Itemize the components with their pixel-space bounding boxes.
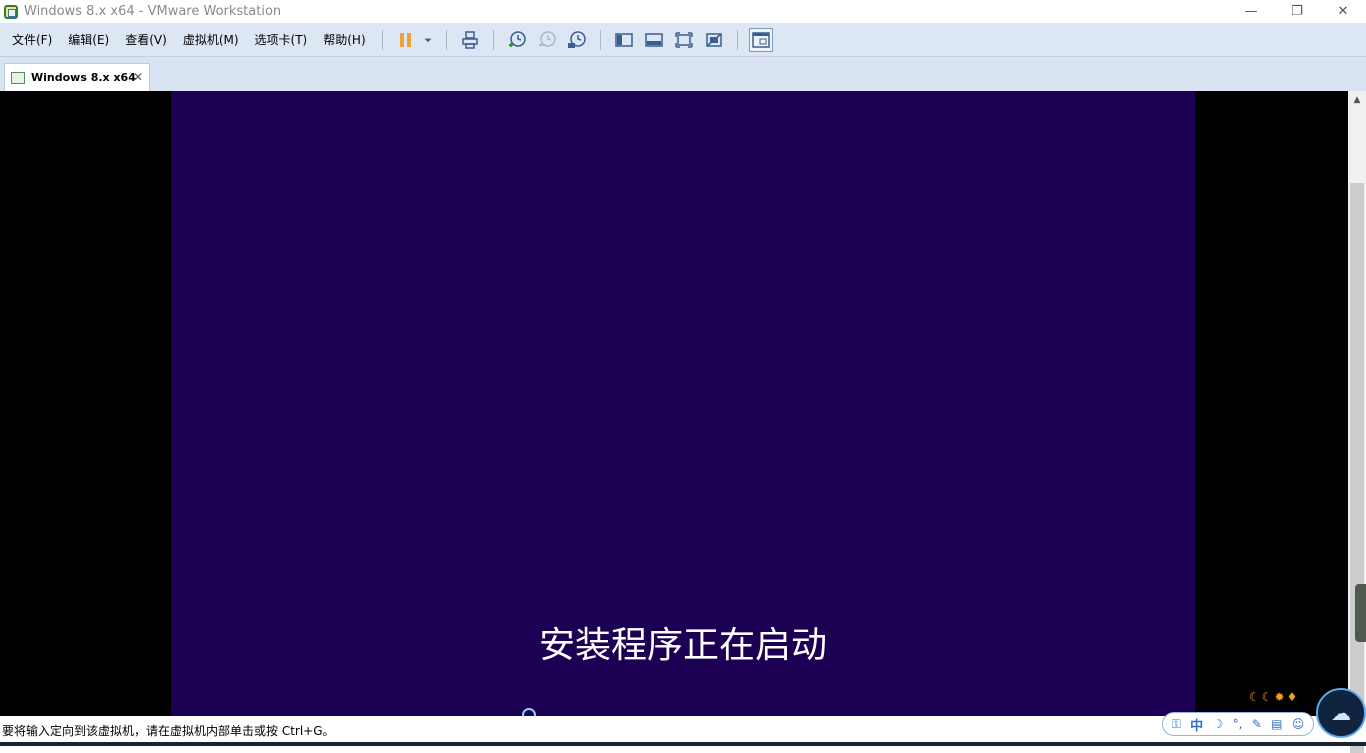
menu-help[interactable]: 帮助(H) [315,23,373,57]
moon-icon: ☾ [1261,690,1273,704]
unity-icon[interactable] [702,28,726,52]
menu-vm[interactable]: 虚拟机(M) [175,23,247,57]
snapshot-revert-icon[interactable] [535,28,559,52]
lock-icon[interactable]: ⚿ [1172,717,1181,732]
loading-spinner-icon [522,708,536,716]
vm-guest-screen[interactable]: 安装程序正在启动 [171,91,1195,716]
send-ctrl-alt-del-icon[interactable] [458,28,482,52]
minimize-button[interactable]: — [1228,0,1274,23]
status-text: 要将输入定向到该虚拟机，请在虚拟机内部单击或按 Ctrl+G。 [2,724,335,738]
moon-icon: ☾ [1249,690,1260,704]
vm-console[interactable]: 安装程序正在启动 [0,91,1348,716]
smiley-icon[interactable]: ☺ [1292,717,1305,731]
console-view-icon[interactable] [748,27,773,52]
toolbar-separator [736,29,738,50]
menu-file[interactable]: 文件(F) [0,23,60,57]
full-screen-icon[interactable] [672,28,696,52]
tab-label: Windows 8.x x64 [31,71,136,84]
moon-icon[interactable]: ☽ [1212,717,1223,731]
pause-icon[interactable] [394,28,418,52]
punctuation-icon[interactable]: °, [1233,717,1243,731]
close-button[interactable]: ✕ [1320,0,1366,23]
scroll-up-arrow-icon[interactable]: ▲ [1348,91,1366,109]
menu-toolbar: 文件(F) 编辑(E) 查看(V) 虚拟机(M) 选项卡(T) 帮助(H) [0,23,1366,57]
scroll-thumb[interactable] [1350,183,1364,753]
restore-button[interactable]: ❐ [1274,0,1320,23]
toolbar-separator [381,29,383,50]
thumbnail-bar-icon[interactable] [642,28,666,52]
title-bar: Windows 8.x x64 - VMware Workstation — ❐… [0,0,1366,23]
ime-toolbar[interactable]: ⚿ 中 ☽ °, ✎ ▤ ☺ [1162,712,1314,736]
weather-widget[interactable]: ☾ ☾ ✹ ♦ [1249,690,1297,704]
toolbar-separator [445,29,447,50]
window-title: Windows 8.x x64 - VMware Workstation [24,4,282,19]
window-controls: — ❐ ✕ [1228,0,1366,23]
menu-edit[interactable]: 编辑(E) [60,23,117,57]
vmware-app-icon [4,4,18,19]
cloud-assistant-icon[interactable]: ☁ [1316,688,1366,738]
ime-language-toggle[interactable]: 中 [1190,715,1203,734]
dropdown-arrow-icon[interactable] [421,28,435,52]
clipboard-icon[interactable]: ▤ [1271,717,1282,731]
menu-tabs[interactable]: 选项卡(T) [247,23,316,57]
vm-tab-strip: Windows 8.x x64 ✕ [0,57,1366,91]
setup-status-message: 安装程序正在启动 [538,625,827,666]
taskbar-edge [0,742,1366,746]
toolbar-separator [599,29,601,50]
snapshot-take-icon[interactable] [505,28,529,52]
menu-view[interactable]: 查看(V) [117,23,175,57]
sun-icon: ✹ [1274,690,1285,704]
toolbar-separator [492,29,494,50]
vm-icon [11,71,25,84]
tab-close-icon[interactable]: ✕ [133,70,143,84]
show-library-icon[interactable] [612,28,636,52]
side-handle-widget[interactable] [1355,584,1366,642]
tab-windows-8x-x64[interactable]: Windows 8.x x64 ✕ [4,63,150,91]
gem-icon: ♦ [1286,690,1298,704]
snapshot-manager-icon[interactable] [565,28,589,52]
wrench-icon[interactable]: ✎ [1252,717,1262,731]
